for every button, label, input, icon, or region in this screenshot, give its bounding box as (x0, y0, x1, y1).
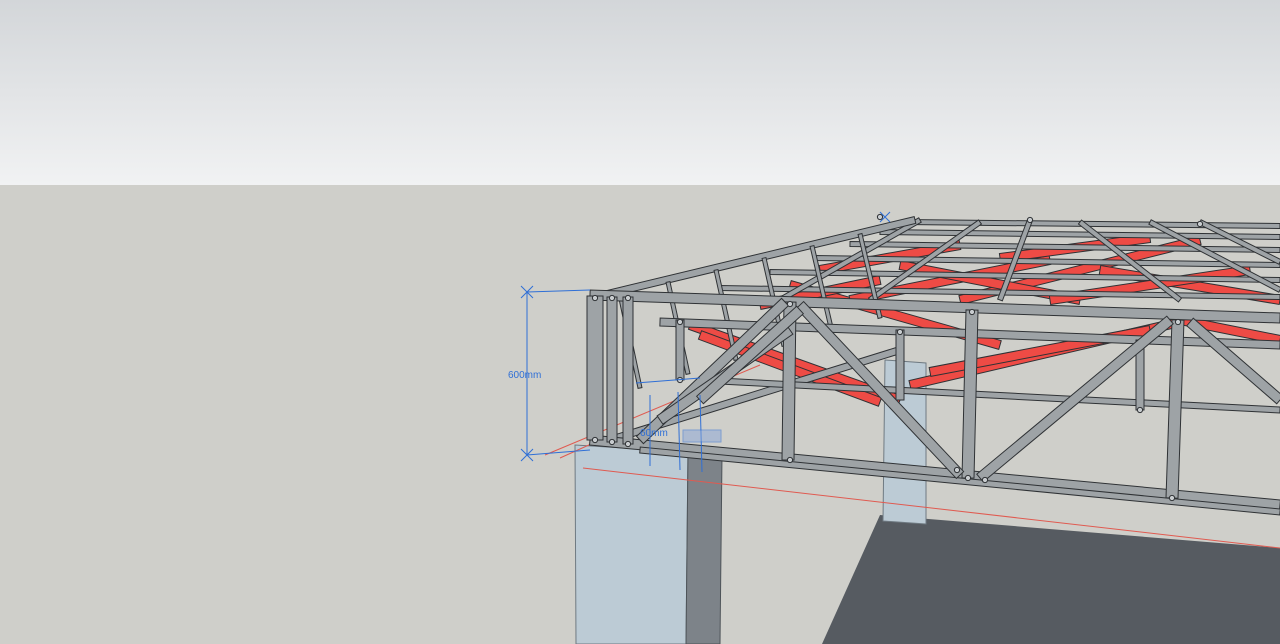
truss-post (586, 295, 604, 441)
sky (0, 0, 1280, 185)
bolt (1196, 220, 1204, 228)
bolt (608, 294, 616, 302)
bolt (608, 438, 616, 446)
bolt (624, 294, 632, 302)
truss-post (895, 329, 905, 401)
bolt (981, 476, 989, 484)
bolt (876, 213, 884, 221)
truss-scene[interactable]: 600mm 60mm (0, 0, 1280, 644)
bolt (1026, 216, 1034, 224)
bolt (786, 300, 794, 308)
bolt (1136, 406, 1144, 414)
3d-modeling-viewport[interactable]: 600mm 60mm (0, 0, 1280, 644)
bolt (964, 474, 972, 482)
bolt (786, 456, 794, 464)
bolt (676, 318, 684, 326)
dimension-label-60: 60mm (640, 428, 668, 439)
bolt (896, 328, 904, 336)
bolt (1174, 318, 1182, 326)
truss-post (622, 296, 634, 445)
truss-post (606, 296, 618, 443)
dimension-label-600: 600mm (508, 370, 541, 381)
bolt (624, 440, 632, 448)
bolt (1168, 494, 1176, 502)
truss-post (675, 319, 685, 381)
bolt (953, 466, 961, 474)
bolt (968, 308, 976, 316)
bolt (591, 436, 599, 444)
left-column (574, 444, 723, 644)
bolt (591, 294, 599, 302)
